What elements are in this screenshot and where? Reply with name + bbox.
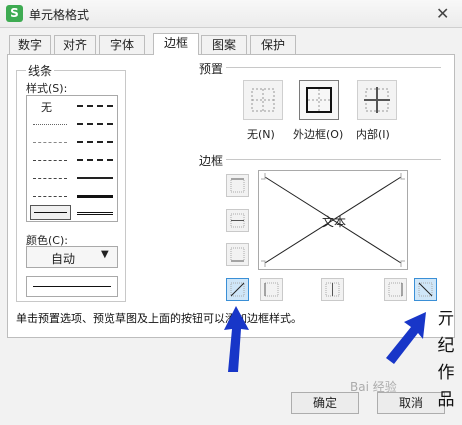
border-top-icon — [230, 178, 245, 193]
preset-outline-icon — [306, 87, 332, 113]
border-right-icon — [388, 282, 403, 297]
border-inner-horizontal-icon — [230, 213, 245, 228]
border-section-divider — [226, 159, 441, 160]
line-style-medium-dash-dot[interactable] — [77, 141, 113, 143]
cancel-button[interactable]: 取消 — [377, 392, 445, 414]
preset-inside-button[interactable] — [357, 80, 397, 120]
preset-outline-label: 外边框(O) — [293, 128, 344, 141]
watermark-char: 品 — [437, 390, 455, 410]
border-inner-vertical-icon — [325, 282, 340, 297]
preset-none-button[interactable] — [243, 80, 283, 120]
watermark-char: 亓 — [437, 309, 455, 329]
color-dropdown[interactable]: 自动 ▼ — [26, 246, 118, 268]
tab-font[interactable]: 字体 — [99, 35, 145, 55]
line-style-selected-thin[interactable] — [30, 205, 71, 220]
preset-outline-button[interactable] — [299, 80, 339, 120]
border-left-button[interactable] — [260, 278, 283, 301]
style-label: 样式(S): — [26, 82, 68, 95]
line-style-list[interactable]: 无 — [26, 95, 118, 222]
line-style-double[interactable] — [77, 212, 113, 215]
preview-text: 文本 — [322, 215, 347, 229]
line-style-dashed[interactable] — [33, 196, 67, 197]
baidu-watermark: Bai 经验 — [350, 380, 397, 394]
preset-none-label: 无(N) — [247, 128, 275, 141]
preset-inside-label: 内部(I) — [356, 128, 390, 141]
dialog-title: 单元格格式 — [29, 8, 90, 22]
border-bottom-button[interactable] — [226, 243, 249, 266]
line-style-dash-dot[interactable] — [33, 178, 67, 179]
author-watermark: 亓 纪 作 品 — [436, 306, 456, 414]
line-style-hairline[interactable] — [33, 142, 67, 143]
line-style-medium[interactable] — [77, 177, 113, 179]
color-value: 自动 — [51, 252, 76, 266]
close-icon[interactable]: ✕ — [436, 4, 449, 23]
line-style-dash-dot-dot[interactable] — [33, 160, 67, 161]
line-style-slanted-dash-dot[interactable] — [77, 123, 113, 125]
tab-protection[interactable]: 保护 — [250, 35, 296, 55]
line-style-dotted[interactable] — [33, 124, 67, 125]
border-preview[interactable]: 文本 — [258, 170, 408, 270]
line-style-medium-dash-dot-dot[interactable] — [77, 105, 113, 107]
tab-alignment[interactable]: 对齐 — [54, 35, 96, 55]
border-diagonal-down-button[interactable] — [414, 278, 437, 301]
line-style-thick[interactable] — [77, 195, 113, 198]
tab-pattern[interactable]: 图案 — [201, 35, 247, 55]
tab-border[interactable]: 边框 — [153, 33, 199, 55]
preset-none-icon — [251, 88, 275, 112]
presets-divider — [226, 67, 441, 68]
watermark-char: 纪 — [437, 336, 455, 356]
border-section-title: 边框 — [199, 154, 224, 168]
border-left-icon — [264, 282, 279, 297]
tab-number[interactable]: 数字 — [9, 35, 51, 55]
diagonal-down-icon — [418, 282, 433, 297]
annotation-arrow-right-icon — [386, 312, 426, 364]
preset-inside-icon — [364, 87, 390, 113]
annotation-arrow-left-icon — [224, 306, 249, 372]
border-bottom-icon — [230, 247, 245, 262]
line-style-none[interactable]: 无 — [41, 99, 52, 115]
border-inner-horizontal-button[interactable] — [226, 209, 249, 232]
ok-button[interactable]: 确定 — [291, 392, 359, 414]
wps-app-icon: S — [6, 5, 23, 22]
border-inner-vertical-button[interactable] — [321, 278, 344, 301]
border-top-button[interactable] — [226, 174, 249, 197]
diagonal-up-icon — [230, 282, 245, 297]
chevron-down-icon: ▼ — [101, 249, 109, 260]
border-diagonal-up-button[interactable] — [226, 278, 249, 301]
watermark-char: 作 — [437, 363, 455, 383]
line-style-medium-dashed[interactable] — [77, 159, 113, 161]
border-right-button[interactable] — [384, 278, 407, 301]
line-group-title: 线条 — [26, 62, 55, 79]
presets-title: 预置 — [199, 62, 224, 76]
line-preview — [26, 276, 118, 297]
